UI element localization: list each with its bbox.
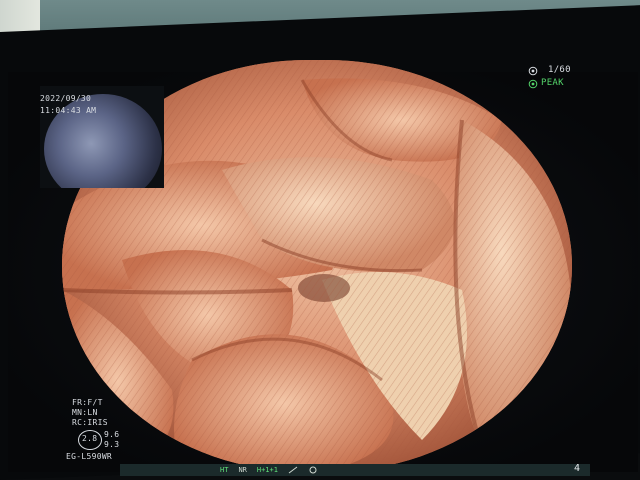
time-value: 11:04:43 (40, 106, 81, 115)
ht-label: HT (220, 466, 229, 474)
mn-setting: MN:LN (72, 408, 98, 417)
iris-value: 2.8 (82, 434, 98, 443)
value-a: 9.6 (104, 430, 120, 439)
time-suffix: AM (86, 106, 97, 115)
fr-setting: FR:F/T (72, 398, 103, 407)
recording-icon (528, 79, 538, 89)
date-display: 2022/09/30 (40, 94, 92, 103)
zoom-label: H+1+1 (256, 466, 278, 474)
camera-icon (528, 66, 538, 76)
page-number: 4 (574, 463, 581, 474)
value-b: 9.3 (104, 440, 120, 449)
photo-stage: 2022/09/30 11:04:43 AM 1/60 PEAK FR:F/T … (0, 0, 640, 480)
nr-label: NR (238, 466, 247, 474)
frame-counter: 1/60 (548, 65, 571, 75)
status-bar: HT NR H+1+1 (120, 464, 590, 476)
time-display: 11:04:43 AM (40, 106, 96, 116)
scope-model: EG-L590WR (66, 452, 113, 461)
zoom-icon (288, 466, 298, 474)
rc-setting: RC:IRIS (72, 418, 108, 427)
capture-icon (309, 466, 317, 474)
mode-indicator: PEAK (541, 78, 564, 88)
